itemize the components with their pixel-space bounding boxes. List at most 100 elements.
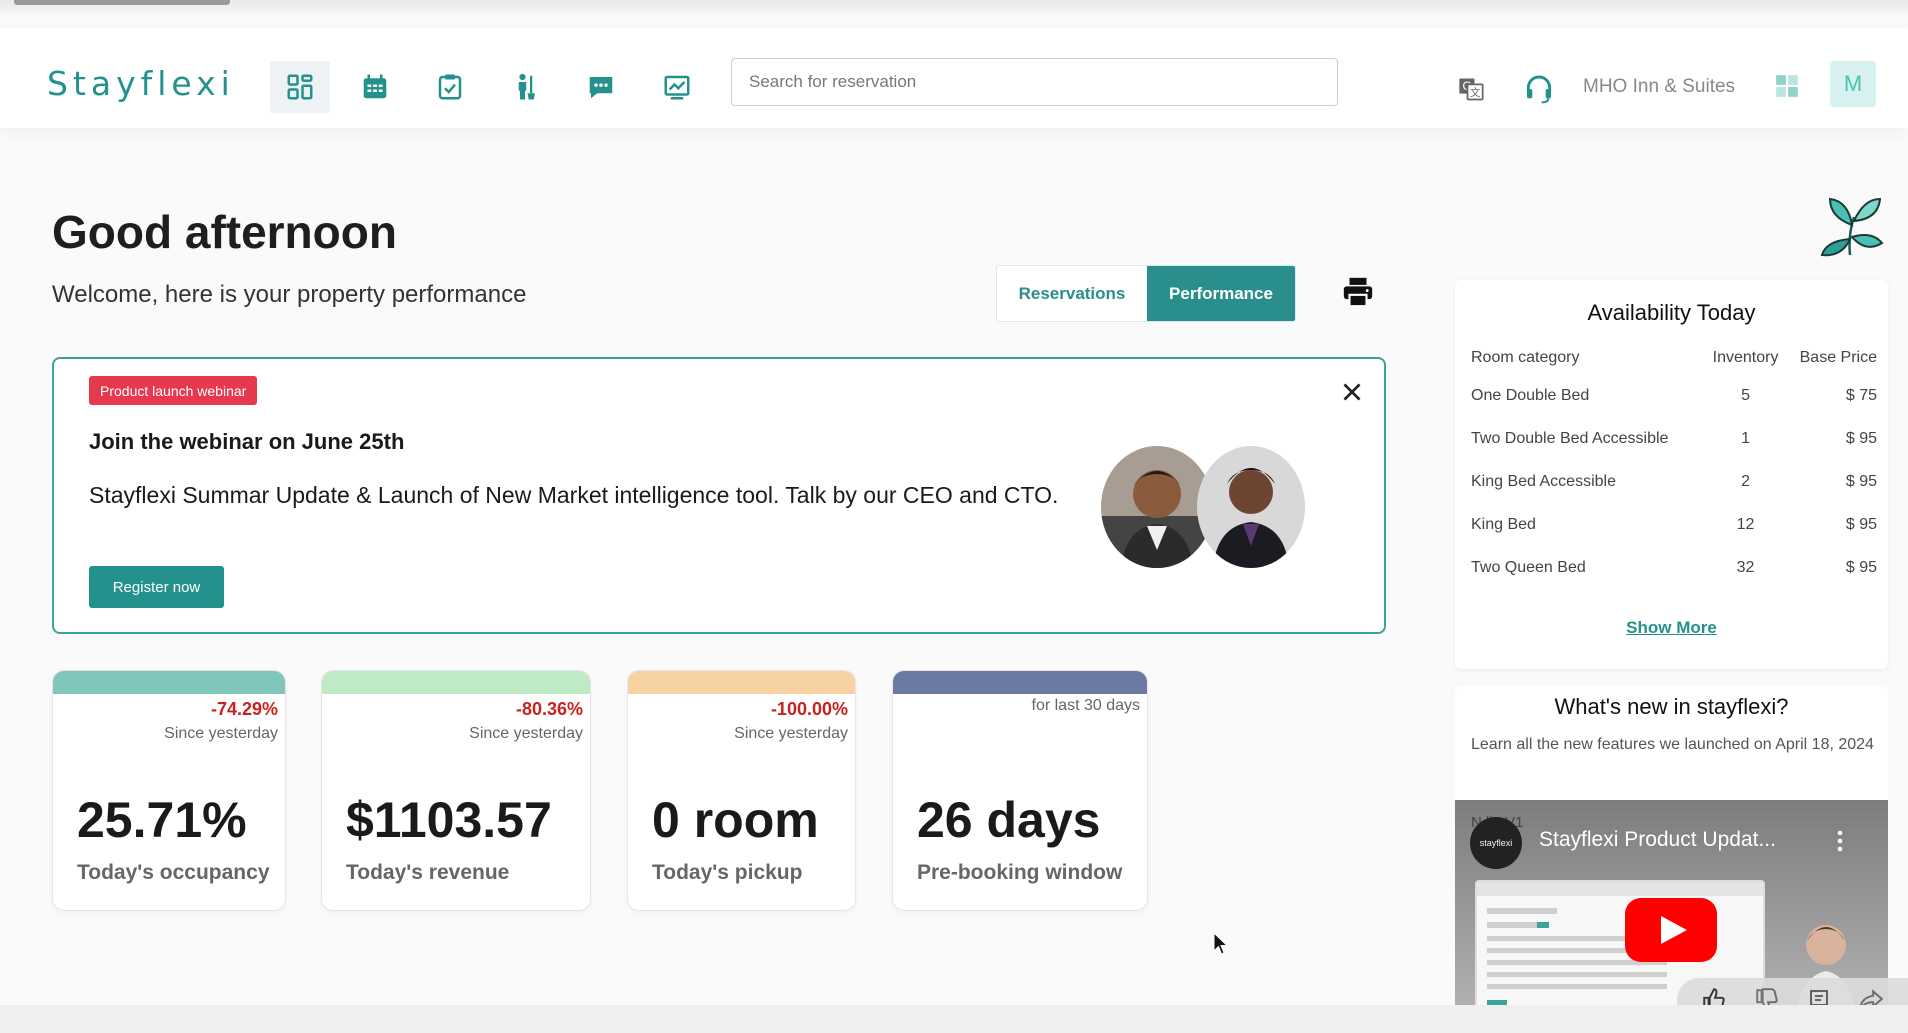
headset-icon <box>1526 75 1552 104</box>
channel-avatar[interactable]: stayflexi <box>1470 817 1522 869</box>
kpi-value: 26 days <box>917 792 1101 848</box>
cto-photo <box>1197 446 1305 568</box>
room-category: One Double Bed <box>1471 386 1590 404</box>
room-inventory: 32 <box>1736 558 1755 576</box>
tasks-icon <box>438 74 462 100</box>
play-icon <box>1625 898 1717 962</box>
room-base-price: $ 75 <box>1845 386 1877 404</box>
room-base-price: $ 95 <box>1845 558 1877 576</box>
room-base-price: $ 95 <box>1845 515 1877 533</box>
nav-dashboard[interactable] <box>270 61 330 113</box>
webinar-banner: Product launch webinar Join the webinar … <box>52 357 1386 634</box>
search-input[interactable] <box>731 58 1338 106</box>
nav-messages[interactable] <box>571 61 631 113</box>
browser-bottom-strip <box>0 1005 1908 1033</box>
kpi-color-bar <box>53 671 285 694</box>
kpi-since: Since yesterday <box>469 725 583 742</box>
apps-button[interactable] <box>1773 72 1801 100</box>
chat-icon <box>589 77 613 99</box>
whats-new-card: What's new in stayflexi? Learn all the n… <box>1455 686 1888 1006</box>
reports-icon <box>664 75 690 100</box>
nav-reports[interactable] <box>647 61 707 113</box>
webinar-title: Join the webinar on June 25th <box>89 429 405 454</box>
availability-card: Availability Today Room category Invento… <box>1455 280 1888 669</box>
whats-new-title: What's new in stayflexi? <box>1554 694 1789 719</box>
table-header-row: Room category Inventory Base Price <box>1471 342 1877 374</box>
kpi-delta: -80.36% <box>515 699 583 719</box>
table-row: One Double Bed 5 $ 75 <box>1471 374 1877 417</box>
dashboard-icon <box>287 74 313 100</box>
translate-icon: G文 <box>1459 78 1484 101</box>
video-player[interactable]: N lio V1 stayflexi Stayflexi Product Upd… <box>1455 800 1888 1006</box>
browser-tab-indicator <box>14 0 230 5</box>
kpi-delta: -100.00% <box>770 699 848 719</box>
browser-top-strip <box>0 0 1908 18</box>
app-logo[interactable]: Stayflexi <box>47 64 235 103</box>
kpi-label: Today's revenue <box>346 861 510 884</box>
view-toggle: Reservations Performance <box>996 265 1296 322</box>
mouse-cursor <box>1213 931 1229 960</box>
nav-tasks[interactable] <box>420 61 480 113</box>
page-title: Good afternoon <box>52 206 397 258</box>
kpi-card-revenue: -80.36% Since yesterday $1103.57 Today's… <box>321 670 591 911</box>
video-title[interactable]: Stayflexi Product Updat... <box>1539 828 1776 852</box>
room-inventory: 5 <box>1741 386 1750 404</box>
kpi-value: $1103.57 <box>346 792 552 848</box>
kpi-value: 0 room <box>652 792 819 848</box>
kpi-card-occupancy: -74.29% Since yesterday 25.71% Today's o… <box>52 670 286 911</box>
reservations-tab[interactable]: Reservations <box>997 266 1147 321</box>
hotel-name[interactable]: MHO Inn & Suites <box>1583 76 1735 98</box>
availability-title: Availability Today <box>1587 300 1756 325</box>
table-row: King Bed Accessible 2 $ 95 <box>1471 460 1877 503</box>
webinar-badge: Product launch webinar <box>89 376 258 405</box>
kpi-value: 25.71% <box>77 792 247 848</box>
column-header: Base Price <box>1799 349 1877 366</box>
kpi-since: Since yesterday <box>734 725 848 742</box>
cursor-arrow-icon <box>1213 931 1229 955</box>
performance-tab[interactable]: Performance <box>1147 266 1295 321</box>
show-more-link[interactable]: Show More <box>1455 618 1888 638</box>
kpi-since: for last 30 days <box>1031 697 1141 714</box>
nav-housekeeping[interactable] <box>495 61 555 113</box>
room-category: King Bed <box>1471 515 1536 533</box>
kpi-label: Pre-booking window <box>917 861 1123 884</box>
kpi-color-bar <box>893 671 1147 694</box>
kpi-card-prebooking: for last 30 days 26 days Pre-booking win… <box>892 670 1148 911</box>
close-banner-button[interactable] <box>1339 379 1365 405</box>
play-button[interactable] <box>1625 898 1717 967</box>
room-inventory: 1 <box>1741 429 1750 447</box>
avatar[interactable]: M <box>1830 61 1876 107</box>
print-button[interactable] <box>1340 275 1376 313</box>
table-row: Two Queen Bed 32 $ 95 <box>1471 546 1877 589</box>
kpi-color-bar <box>322 671 590 694</box>
register-button[interactable]: Register now <box>89 566 224 608</box>
calendar-icon <box>363 74 387 99</box>
column-header: Room category <box>1471 349 1580 366</box>
room-category: Two Double Bed Accessible <box>1471 429 1669 447</box>
kpi-label: Today's pickup <box>652 861 803 884</box>
nav-calendar[interactable] <box>345 61 405 113</box>
close-icon <box>1343 383 1361 401</box>
video-menu-button[interactable] <box>1835 830 1845 857</box>
room-category: King Bed Accessible <box>1471 472 1616 490</box>
kpi-label: Today's occupancy <box>77 861 270 884</box>
top-navbar: Stayflexi G文 MHO Inn & Suites M <box>0 28 1908 128</box>
column-header: Inventory <box>1712 349 1779 366</box>
table-row: Two Double Bed Accessible 1 $ 95 <box>1471 417 1877 460</box>
webinar-description: Stayflexi Summar Update & Launch of New … <box>89 482 1059 508</box>
room-base-price: $ 95 <box>1845 429 1877 447</box>
svg-text:文: 文 <box>1470 86 1481 99</box>
support-button[interactable] <box>1522 72 1556 106</box>
plant-illustration <box>1820 195 1884 263</box>
kpi-card-pickup: -100.00% Since yesterday 0 room Today's … <box>627 670 856 911</box>
room-category: Two Queen Bed <box>1471 558 1586 576</box>
room-base-price: $ 95 <box>1845 472 1877 490</box>
apps-grid-icon <box>1776 75 1798 97</box>
kpi-color-bar <box>628 671 855 694</box>
housekeeping-icon <box>518 73 535 100</box>
printer-icon <box>1343 277 1373 308</box>
availability-table: Room category Inventory Base Price One D… <box>1471 342 1877 589</box>
more-vertical-icon <box>1837 830 1843 852</box>
kpi-delta: -74.29% <box>210 699 278 719</box>
translate-button[interactable]: G文 <box>1456 74 1486 104</box>
